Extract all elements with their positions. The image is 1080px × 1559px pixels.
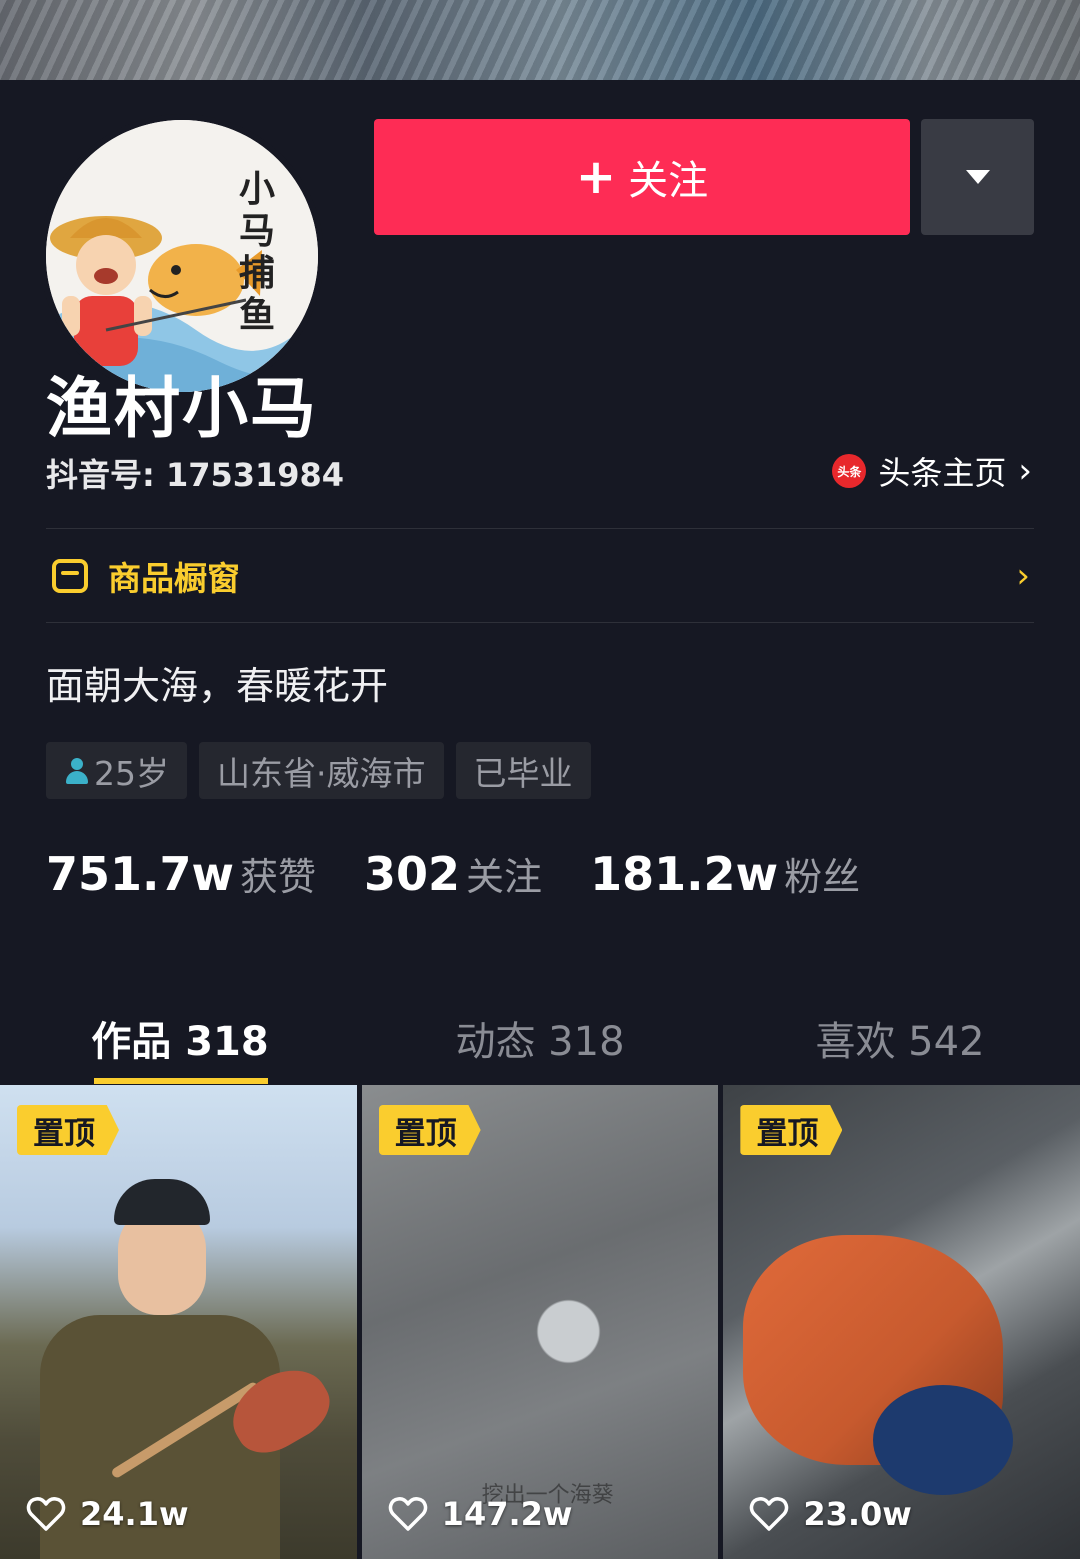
toutiao-homepage-link[interactable]: 头条 头条主页 › [832,448,1032,494]
pinned-badge: 置顶 [378,1105,481,1155]
stat-fans[interactable]: 181.2w 粉丝 [590,846,860,901]
tag-education: 已毕业 [455,742,591,799]
cover-banner-image [0,0,1080,80]
video-grid: 置顶 24.1w 置顶 挖出一个海葵 147.2w 置顶 23.0w [0,1085,1080,1559]
stats-row: 751.7w 获赞 302 关注 181.2w 粉丝 [46,846,908,901]
shop-icon [52,559,88,593]
divider [46,528,1034,529]
divider [46,622,1034,623]
tag-education-label: 已毕业 [473,753,573,793]
shop-window-row[interactable]: 商品橱窗 › [46,552,1034,600]
tag-age: 25岁 [46,742,187,799]
pinned-badge: 置顶 [740,1105,843,1155]
pinned-badge: 置顶 [17,1105,119,1155]
toutiao-logo-icon: 头条 [832,454,867,488]
video-likes: 147.2w [388,1495,573,1533]
follow-button[interactable]: + 关注 [374,119,910,235]
stat-likes-label: 获赞 [240,855,317,899]
bio: 面朝大海，春暖花开 [46,664,389,708]
tag-age-label: 25岁 [94,753,169,793]
video-thumbnail[interactable]: 置顶 挖出一个海葵 147.2w [361,1085,719,1559]
stat-fans-label: 粉丝 [784,855,861,899]
video-likes-count: 23.0w [803,1495,912,1533]
video-likes-count: 24.1w [80,1495,189,1533]
video-likes: 24.1w [26,1495,189,1533]
toutiao-label: 头条主页 [878,454,1007,492]
tag-list: 25岁 山东省·威海市 已毕业 [46,742,591,799]
chevron-right-icon: › [1018,451,1032,491]
glove-cuff [873,1385,1014,1495]
stat-fans-number: 181.2w [590,847,779,901]
avatar-brush-text: 小马捕鱼 [238,168,275,336]
stat-following-number: 302 [364,847,461,901]
profile-section: 小马捕鱼 + 关注 渔村小马 抖音号: 17531984 头条 头条主页 › 商… [0,80,1080,1559]
avatar-image: 小马捕鱼 [46,120,318,392]
heart-icon [388,1496,428,1532]
heart-icon [26,1496,66,1532]
stat-likes: 751.7w 获赞 [46,846,316,901]
follow-label: 关注 [628,158,709,204]
stat-following-label: 关注 [466,855,543,899]
person-icon [64,756,90,786]
content-tabs: 作品 318 动态 318 喜欢 542 [0,992,1080,1084]
triangle-down-icon [965,170,990,184]
tab-likes[interactable]: 喜欢 542 [720,992,1080,1084]
tab-works[interactable]: 作品 318 [0,992,360,1084]
shop-window-label: 商品橱窗 [108,559,240,598]
heart-icon [749,1496,789,1532]
video-likes-count: 147.2w [441,1495,573,1533]
video-thumbnail[interactable]: 置顶 23.0w [723,1085,1080,1559]
nickname: 渔村小马 [46,370,318,447]
douyin-id: 抖音号: 17531984 [46,456,345,494]
stat-likes-number: 751.7w [46,847,234,901]
plus-icon: + [575,149,617,205]
more-options-button[interactable] [921,119,1034,235]
tag-location: 山东省·威海市 [199,742,444,799]
chevron-right-icon: › [1016,556,1030,596]
stat-following[interactable]: 302 关注 [364,846,542,901]
video-thumbnail[interactable]: 置顶 24.1w [0,1085,357,1559]
tag-location-label: 山东省·威海市 [217,753,426,793]
tab-moments[interactable]: 动态 318 [360,992,720,1084]
video-likes: 23.0w [749,1495,912,1533]
